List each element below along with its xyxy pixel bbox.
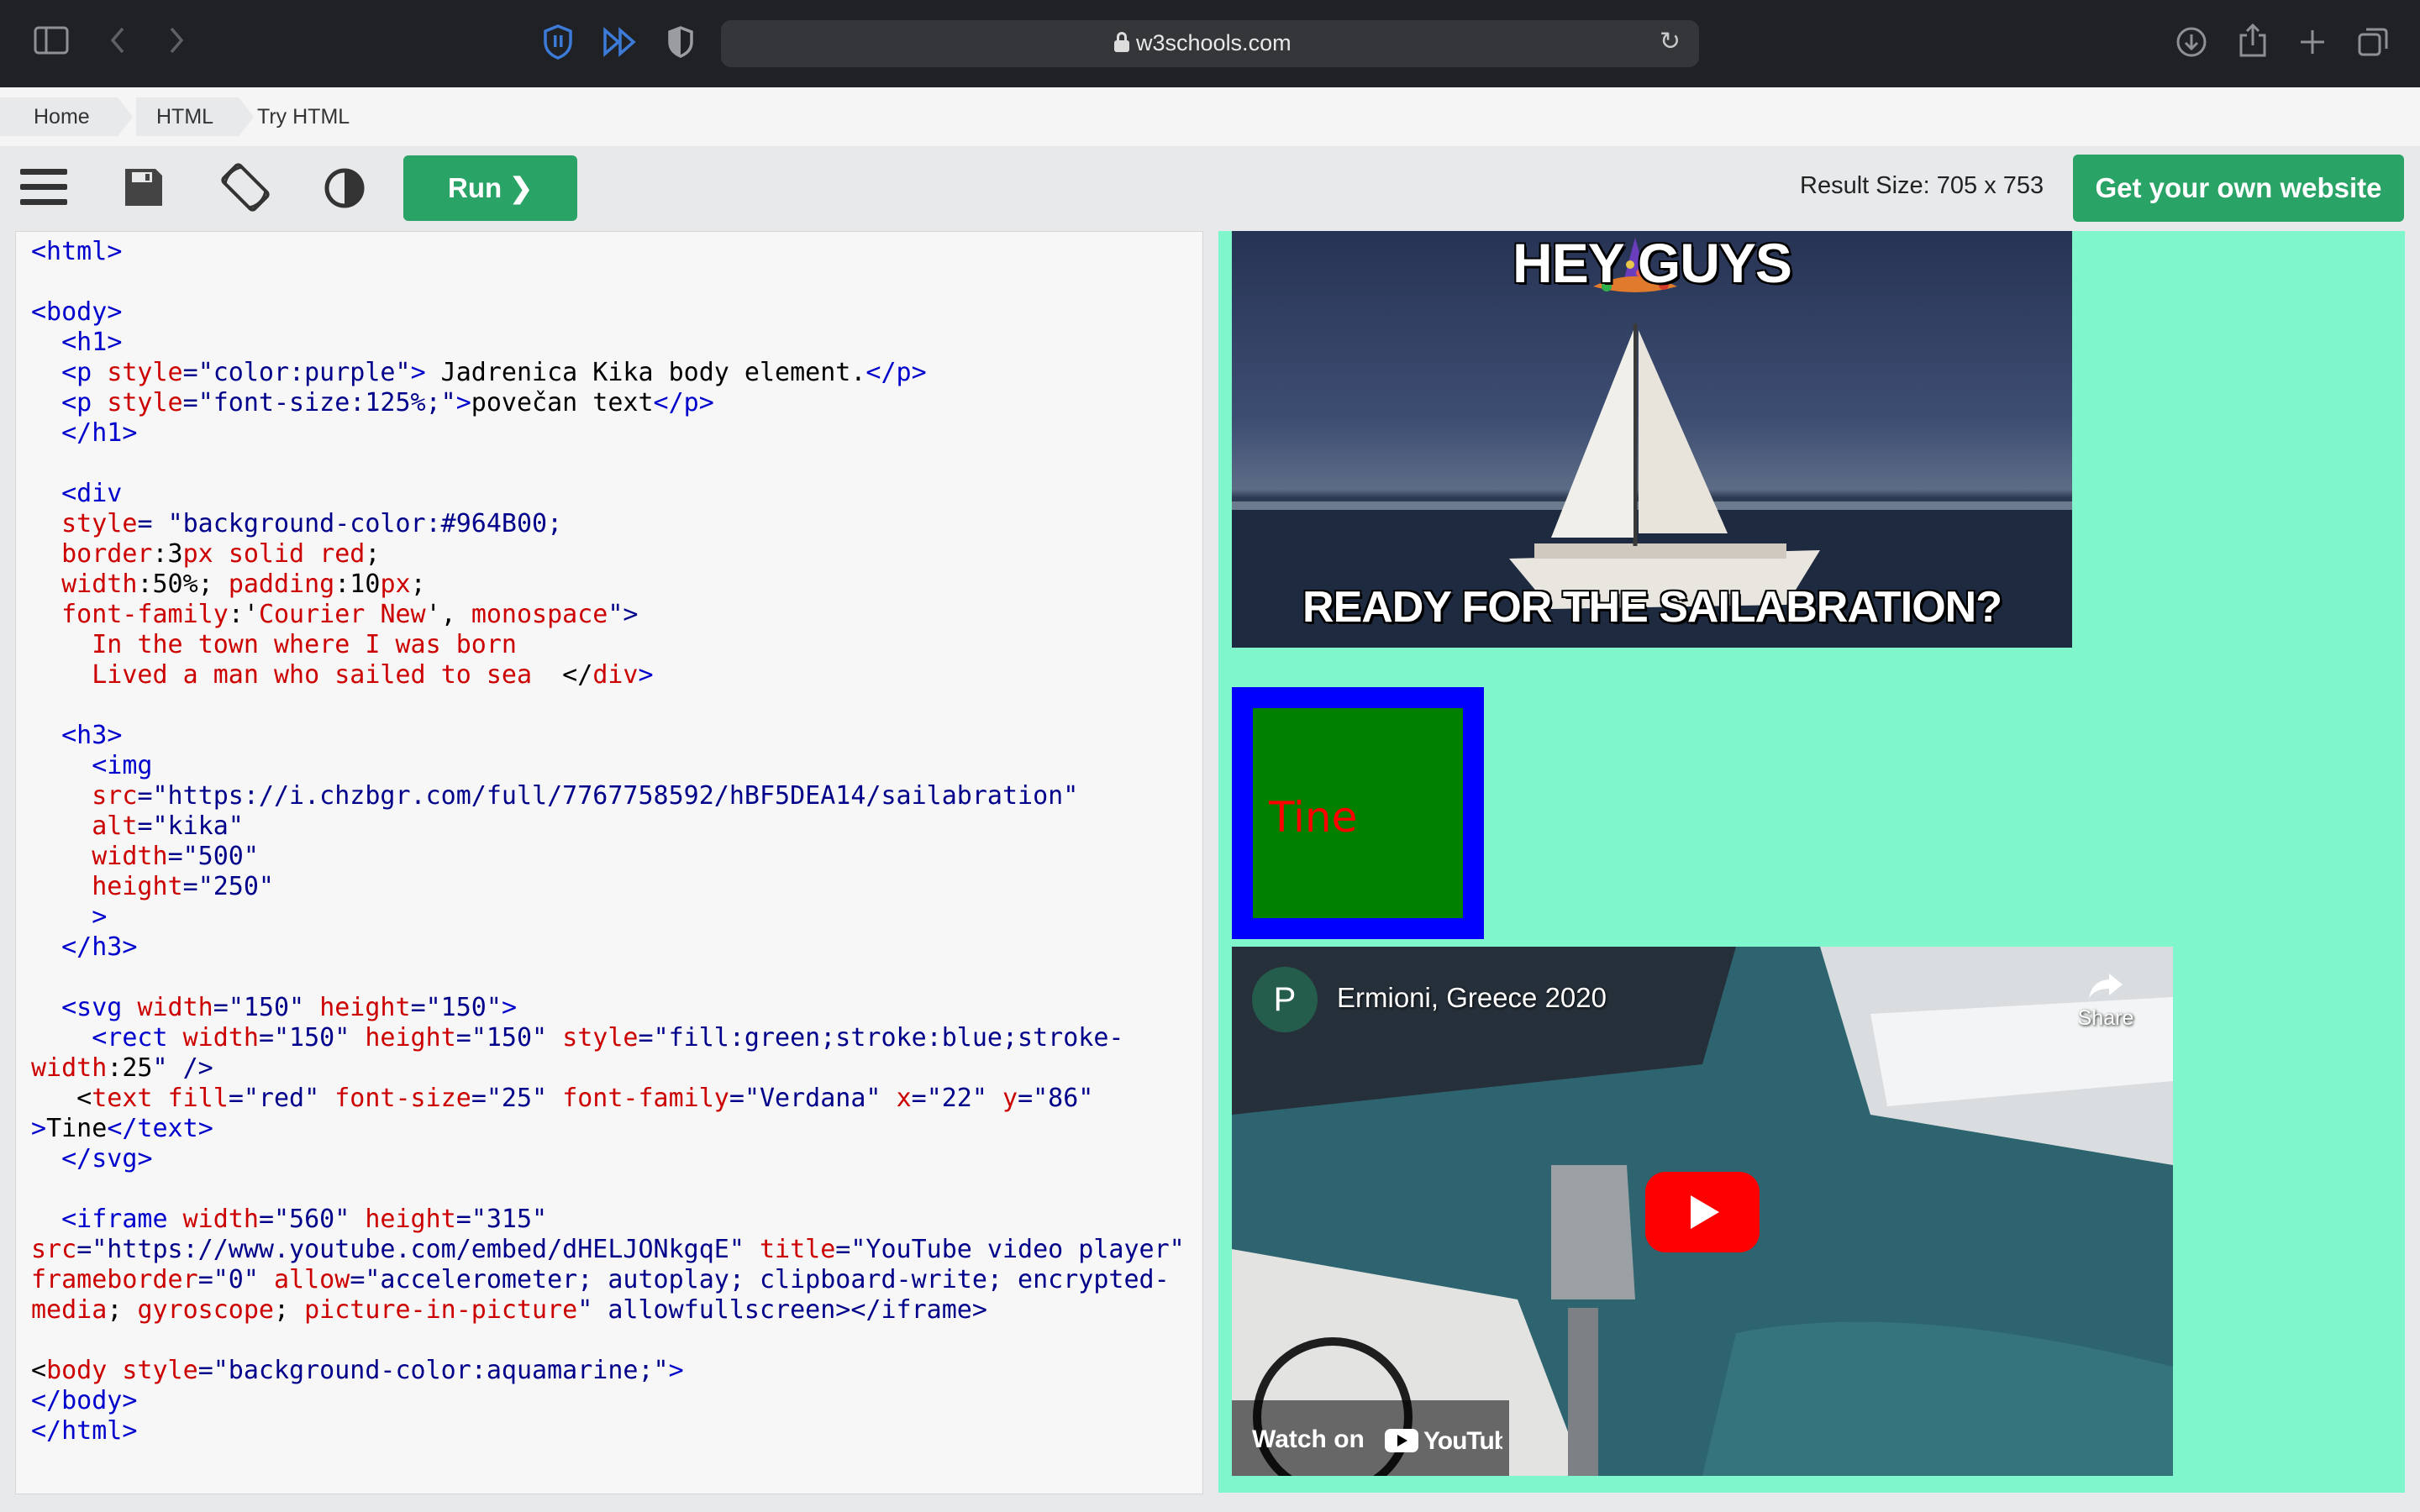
youtube-embed[interactable]: P Ermioni, Greece 2020 Share Watch on Yo… — [1232, 947, 2173, 1476]
share-icon[interactable] — [2238, 22, 2268, 62]
breadcrumb-separator — [118, 97, 133, 136]
watch-on-youtube[interactable]: Watch on YouTube — [1232, 1400, 1523, 1476]
breadcrumb: Home HTML Try HTML — [0, 87, 2420, 147]
breadcrumb-html[interactable]: HTML — [136, 97, 239, 136]
contrast-icon[interactable] — [324, 167, 366, 213]
svg-text: Tine — [1268, 793, 1357, 842]
rotate-orientation-icon[interactable] — [218, 160, 272, 218]
get-your-own-website-button[interactable]: Get your own website — [2073, 155, 2404, 222]
sidebar-toggle-icon[interactable] — [34, 25, 69, 59]
tab-overview-icon[interactable] — [2356, 25, 2390, 62]
result-frame[interactable]: HEY GUYS READY FOR THE SAILABRATION? Tin… — [1218, 231, 2405, 1493]
reload-icon[interactable]: ↻ — [1660, 27, 1681, 56]
youtube-logo-icon: YouTube — [1385, 1424, 1523, 1462]
privacy-shield-icon[interactable] — [542, 24, 574, 64]
share-arrow-icon — [2089, 974, 2123, 999]
menu-icon[interactable] — [18, 165, 69, 213]
address-bar[interactable]: w3schools.com ↻ — [721, 20, 1699, 67]
play-icon — [1645, 1172, 1760, 1252]
download-icon[interactable] — [2175, 25, 2208, 62]
browser-toolbar: w3schools.com ↻ — [0, 0, 2420, 87]
svg-text:YouTube: YouTube — [1423, 1427, 1502, 1455]
lock-icon — [1114, 32, 1129, 52]
forward-icon[interactable] — [166, 24, 187, 60]
fast-forward-icon[interactable] — [602, 27, 639, 60]
share-button[interactable]: Share — [2055, 970, 2156, 1031]
halfshield-icon[interactable] — [666, 25, 695, 62]
breadcrumb-separator — [239, 97, 254, 136]
video-title[interactable]: Ermioni, Greece 2020 — [1337, 982, 1607, 1014]
meme-bottom-text: READY FOR THE SAILABRATION? — [1302, 583, 2002, 632]
watch-on-label: Watch on — [1252, 1425, 1365, 1453]
breadcrumb-home[interactable]: Home — [0, 97, 118, 136]
sailabration-image: HEY GUYS READY FOR THE SAILABRATION? — [1232, 231, 2072, 648]
svg-graphic: Tine — [1218, 666, 1505, 960]
result-size-label: Result Size: 705 x 753 — [1800, 172, 2044, 199]
share-label: Share — [2077, 1006, 2134, 1030]
back-icon[interactable] — [108, 24, 128, 60]
url-text: w3schools.com — [1136, 30, 1292, 55]
code-text[interactable]: <html> <body> <h1> <p style="color:purpl… — [16, 232, 1202, 1446]
new-tab-icon[interactable] — [2297, 27, 2328, 60]
channel-avatar[interactable]: P — [1252, 967, 1318, 1032]
editor-toolbar: Run ❯ Result Size: 705 x 753 Get your ow… — [0, 147, 2420, 231]
run-button[interactable]: Run ❯ — [403, 155, 577, 221]
code-editor[interactable]: <html> <body> <h1> <p style="color:purpl… — [15, 231, 1203, 1494]
editor-pane: <html> <body> <h1> <p style="color:purpl… — [0, 231, 1210, 1512]
save-icon[interactable] — [122, 165, 166, 213]
result-pane: HEY GUYS READY FOR THE SAILABRATION? Tin… — [1210, 231, 2420, 1512]
play-button[interactable] — [1645, 1172, 1760, 1252]
breadcrumb-current: Try HTML — [257, 105, 350, 129]
meme-top-text: HEY GUYS — [1512, 232, 1792, 294]
